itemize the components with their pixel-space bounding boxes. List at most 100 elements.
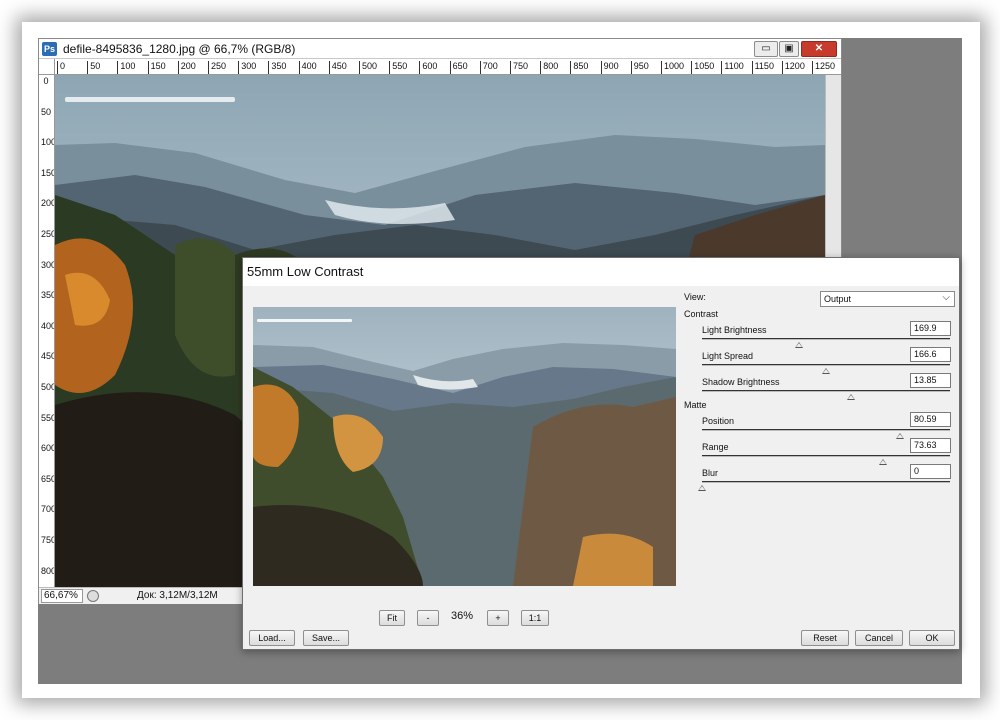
ok-button[interactable]: OK xyxy=(909,630,955,646)
ruler-v-tick: 350 xyxy=(41,290,55,301)
ruler-h-tick: 1050 xyxy=(691,61,714,74)
ruler-h-tick: 800 xyxy=(540,61,558,74)
close-button[interactable]: ✕ xyxy=(801,41,837,57)
shadow-brightness-input[interactable]: 13.85 xyxy=(910,373,951,388)
document-titlebar[interactable]: Ps defile-8495836_1280.jpg @ 66,7% (RGB/… xyxy=(39,39,841,59)
dialog-body: Fit - 36% + 1:1 Load... Save... Reset Ca… xyxy=(243,286,959,649)
ruler-h-tick: 700 xyxy=(479,61,498,74)
light-brightness-slider-thumb[interactable] xyxy=(794,342,803,348)
ruler-h-tick: 600 xyxy=(419,61,437,74)
fit-button[interactable]: Fit xyxy=(379,610,405,626)
preview-image[interactable] xyxy=(253,307,676,586)
range-input[interactable]: 73.63 xyxy=(910,438,951,453)
range-slider-track[interactable] xyxy=(702,455,950,457)
reset-button[interactable]: Reset xyxy=(801,630,849,646)
ruler-h-tick: 850 xyxy=(570,61,588,74)
ruler-v-tick: 700 xyxy=(41,504,55,515)
ruler-v-tick: 750 xyxy=(41,535,55,545)
zoom-out-button[interactable]: - xyxy=(417,610,439,626)
preview-photo xyxy=(253,307,676,586)
blur-slider-track[interactable] xyxy=(702,481,950,483)
position-label: Position xyxy=(702,416,735,426)
ruler-h-tick: 100 xyxy=(117,61,135,74)
ruler-h-tick: 500 xyxy=(359,61,377,74)
ruler-v-tick: 250 xyxy=(41,229,55,239)
dialog-title: 55mm Low Contrast xyxy=(247,264,364,279)
range-label: Range xyxy=(702,442,729,452)
ruler-v-tick: 800 xyxy=(41,565,55,576)
ruler-v-tick: 100 xyxy=(41,137,55,148)
vertical-ruler[interactable]: 0 50 100 150 200 250 300 350 400 450 500 550 600 650 7… xyxy=(39,75,55,587)
ruler-v-tick: 550 xyxy=(41,412,55,423)
minimize-button[interactable]: ▭ xyxy=(754,41,778,57)
document-title: defile-8495836_1280.jpg @ 66,7% (RGB/8) xyxy=(63,42,296,56)
shadow-brightness-slider-track[interactable] xyxy=(702,390,950,392)
ruler-h-tick: 200 xyxy=(177,61,196,74)
ruler-h-tick: 550 xyxy=(389,61,407,74)
ruler-h-tick: 450 xyxy=(328,61,347,74)
ruler-h-tick: 900 xyxy=(600,61,619,74)
light-brightness-input[interactable]: 169.9 xyxy=(910,321,951,336)
ruler-v-tick: 0 xyxy=(43,76,49,86)
ruler-v-tick: 500 xyxy=(41,382,55,392)
ruler-h-tick: 250 xyxy=(208,61,226,74)
actual-size-button[interactable]: 1:1 xyxy=(521,610,549,626)
light-spread-slider-track[interactable] xyxy=(702,364,950,366)
view-label: View: xyxy=(684,292,706,302)
ruler-h-tick: 0 xyxy=(57,61,65,74)
matte-section-label: Matte xyxy=(684,400,707,410)
ruler-h-tick: 1000 xyxy=(661,61,684,74)
ruler-h-tick: 300 xyxy=(238,61,256,74)
ruler-h-tick: 950 xyxy=(630,61,649,74)
ruler-v-tick: 300 xyxy=(41,259,55,270)
ruler-v-tick: 150 xyxy=(41,167,55,178)
light-spread-label: Light Spread xyxy=(702,351,754,361)
filter-dialog: 55mm Low Contrast Fit - 36% + 1:1 Load..… xyxy=(242,257,960,650)
range-slider-thumb[interactable] xyxy=(879,459,888,465)
ruler-h-tick: 1250 xyxy=(812,61,835,74)
shadow-brightness-label: Shadow Brightness xyxy=(702,377,780,387)
zoom-in-button[interactable]: + xyxy=(487,610,509,626)
view-select[interactable]: Output ⌵ xyxy=(820,291,955,307)
blur-slider-thumb[interactable] xyxy=(698,485,706,491)
light-brightness-label: Light Brightness xyxy=(702,325,767,335)
position-slider-track[interactable] xyxy=(702,429,950,431)
ruler-h-tick: 50 xyxy=(87,61,100,74)
ruler-h-tick: 1200 xyxy=(781,61,805,74)
restore-button[interactable]: ▣ xyxy=(779,41,799,57)
zoom-percent: 36% xyxy=(451,610,474,622)
ruler-h-tick: 150 xyxy=(147,61,166,74)
zoom-level-field[interactable]: 66,67% xyxy=(41,589,83,603)
chevron-down-icon: ⌵ xyxy=(942,292,950,303)
blur-input[interactable]: 0 xyxy=(910,464,951,479)
photoshop-logo-icon: Ps xyxy=(42,42,57,56)
light-spread-input[interactable]: 166.6 xyxy=(910,347,951,362)
light-spread-slider-thumb[interactable] xyxy=(822,368,830,374)
position-slider-thumb[interactable] xyxy=(896,433,905,439)
ruler-v-tick: 50 xyxy=(41,106,52,117)
view-select-value: Output xyxy=(824,294,852,304)
ruler-h-tick: 1150 xyxy=(751,61,774,74)
cancel-button[interactable]: Cancel xyxy=(855,630,903,646)
ruler-v-tick: 450 xyxy=(41,351,55,362)
shadow-brightness-slider-thumb[interactable] xyxy=(846,394,855,400)
load-button[interactable]: Load... xyxy=(249,630,295,646)
save-button[interactable]: Save... xyxy=(303,630,349,646)
ruler-h-tick: 350 xyxy=(268,61,286,74)
blur-label: Blur xyxy=(702,468,719,478)
status-menu-icon[interactable] xyxy=(87,590,99,602)
ruler-v-tick: 600 xyxy=(41,443,55,454)
ruler-h-tick: 400 xyxy=(298,61,317,74)
ruler-v-tick: 200 xyxy=(41,198,55,209)
document-size-info: Док: 3,12M/3,12M xyxy=(137,590,218,601)
horizontal-ruler[interactable]: 0 50 100 150 200 250 300 350 400 450 500 550 600 650 7… xyxy=(55,59,841,75)
ruler-v-tick: 650 xyxy=(41,473,55,484)
ruler-h-tick: 1100 xyxy=(721,61,744,74)
ruler-v-tick: 400 xyxy=(41,320,55,331)
ruler-h-tick: 650 xyxy=(449,61,468,74)
position-input[interactable]: 80.59 xyxy=(910,412,951,427)
ruler-corner[interactable] xyxy=(39,59,55,75)
light-brightness-slider-track[interactable] xyxy=(702,338,950,340)
contrast-section-label: Contrast xyxy=(684,309,719,319)
ruler-h-tick: 750 xyxy=(510,61,528,74)
